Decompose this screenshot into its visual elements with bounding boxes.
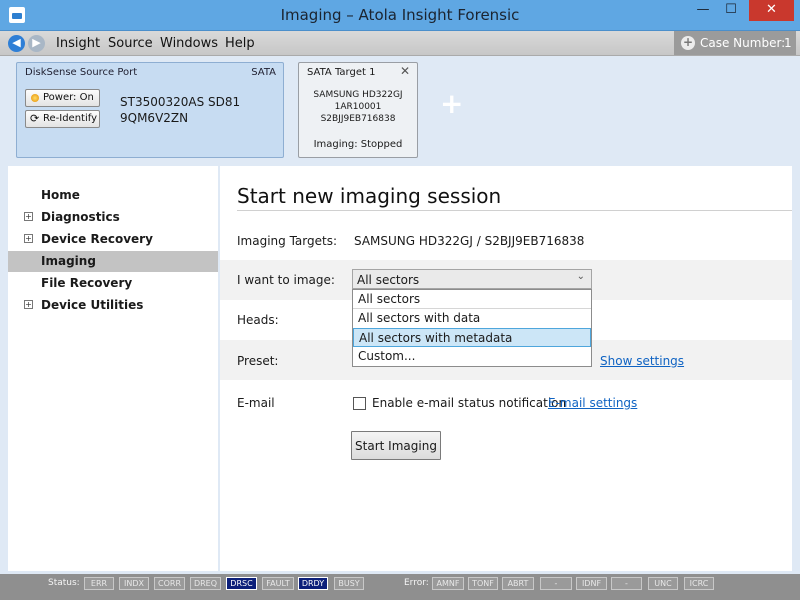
status-indicator-drdy: DRDY <box>298 577 328 590</box>
maximize-button[interactable]: ☐ <box>718 0 744 21</box>
start-imaging-button[interactable]: Start Imaging <box>351 431 441 460</box>
imaging-targets-label: Imaging Targets: <box>237 234 337 248</box>
email-settings-link[interactable]: E-mail settings <box>548 396 637 410</box>
sidebar-item-label: Home <box>41 188 80 202</box>
status-indicator-indx: INDX <box>119 577 149 590</box>
expand-icon[interactable]: + <box>24 234 33 243</box>
back-arrow-icon[interactable]: ◀ <box>8 35 25 52</box>
chevron-down-icon: ⌄ <box>576 271 585 282</box>
sidebar-item-home[interactable]: Home <box>8 185 218 206</box>
dropdown-option-sectors-with-data[interactable]: All sectors with data <box>353 309 591 328</box>
source-port-panel: DiskSense Source Port SATA Power: On ⟳ R… <box>16 62 284 158</box>
dropdown-option-custom[interactable]: Custom... <box>353 347 591 366</box>
status-label: Status: <box>48 578 80 588</box>
page-title: Start new imaging session <box>237 184 502 208</box>
menu-insight[interactable]: Insight <box>56 36 100 51</box>
reidentify-button[interactable]: ⟳ Re-Identify <box>25 110 100 128</box>
source-port-type: SATA <box>251 67 276 78</box>
sidebar-item-device-utilities[interactable]: + Device Utilities <box>8 295 218 316</box>
error-indicator-tonf: TONF <box>468 577 498 590</box>
sidebar-item-imaging[interactable]: Imaging <box>8 251 218 272</box>
start-imaging-label: Start Imaging <box>355 439 437 453</box>
sidebar-item-label: Device Utilities <box>41 298 144 312</box>
status-indicator-err: ERR <box>84 577 114 590</box>
case-number-value: 1 <box>784 36 792 50</box>
error-indicator-blank-1: - <box>540 577 572 590</box>
close-target-icon[interactable]: ✕ <box>400 64 410 78</box>
image-type-select[interactable]: All sectors ⌄ <box>352 269 592 289</box>
target-title: SATA Target 1 <box>307 67 376 78</box>
source-port-title: DiskSense Source Port <box>25 67 138 78</box>
image-type-label: I want to image: <box>237 273 335 287</box>
dropdown-option-all-sectors[interactable]: All sectors <box>353 290 591 309</box>
status-indicator-dreq: DREQ <box>190 577 221 590</box>
sidebar-item-label: File Recovery <box>41 276 133 290</box>
sidebar-item-device-recovery[interactable]: + Device Recovery <box>8 229 218 250</box>
show-settings-link[interactable]: Show settings <box>600 354 684 368</box>
source-device-model: ST3500320AS SD81 <box>120 95 241 109</box>
sidebar-item-label: Imaging <box>41 254 96 268</box>
title-divider <box>237 210 792 211</box>
minimize-button[interactable]: — <box>690 0 716 21</box>
error-label: Error: <box>404 578 429 588</box>
status-indicator-busy: BUSY <box>334 577 364 590</box>
title-bar: Imaging – Atola Insight Forensic — ☐ ✕ <box>0 0 800 31</box>
sidebar-item-label: Diagnostics <box>41 210 120 224</box>
reidentify-button-label: Re-Identify <box>43 113 98 124</box>
case-number-label: Case Number: <box>700 36 786 50</box>
menu-help[interactable]: Help <box>225 36 255 51</box>
expand-icon[interactable]: + <box>24 212 33 221</box>
power-button-label: Power: On <box>43 92 94 103</box>
add-case-icon[interactable]: + <box>681 36 695 50</box>
case-number-area[interactable]: + Case Number: 1 <box>674 31 796 55</box>
error-indicator-abrt: ABRT <box>502 577 534 590</box>
image-type-dropdown: All sectors All sectors with data All se… <box>352 289 592 367</box>
option-label: Custom... <box>358 349 416 363</box>
sidebar-item-label: Device Recovery <box>41 232 153 246</box>
expand-icon[interactable]: + <box>24 300 33 309</box>
email-notification-checkbox[interactable] <box>353 397 366 410</box>
target-model: SAMSUNG HD322GJ <box>313 90 403 100</box>
add-target-icon[interactable]: + <box>440 90 463 118</box>
dropdown-option-sectors-with-metadata[interactable]: All sectors with metadata <box>353 328 591 347</box>
option-label: All sectors <box>358 292 421 306</box>
menu-windows[interactable]: Windows <box>160 36 218 51</box>
source-device-serial: 9QM6V2ZN <box>120 111 189 125</box>
error-indicator-blank-2: - <box>611 577 642 590</box>
target-card[interactable]: SATA Target 1 ✕ SAMSUNG HD322GJ 1AR10001… <box>298 62 418 158</box>
heads-label: Heads: <box>237 313 279 327</box>
sidebar: Home + Diagnostics + Device Recovery Ima… <box>8 166 218 571</box>
error-indicator-unc: UNC <box>648 577 678 590</box>
status-bar: Status: ERR INDX CORR DREQ DRSC FAULT DR… <box>0 574 800 600</box>
preset-label: Preset: <box>237 354 279 368</box>
forward-arrow-icon[interactable]: ▶ <box>28 35 45 52</box>
email-notification-label[interactable]: Enable e-mail status notification <box>372 396 566 410</box>
sidebar-item-diagnostics[interactable]: + Diagnostics <box>8 207 218 228</box>
window-title: Imaging – Atola Insight Forensic <box>280 6 520 24</box>
status-indicator-fault: FAULT <box>262 577 294 590</box>
power-button[interactable]: Power: On <box>25 89 100 107</box>
menu-bar: ◀ ▶ Insight Source Windows Help + Case N… <box>0 31 800 56</box>
error-indicator-idnf: IDNF <box>576 577 607 590</box>
close-button[interactable]: ✕ <box>749 0 794 21</box>
error-indicator-icrc: ICRC <box>684 577 714 590</box>
image-type-selected: All sectors <box>357 273 420 287</box>
email-label: E-mail <box>237 396 275 410</box>
status-indicator-drsc: DRSC <box>226 577 257 590</box>
option-label: All sectors with metadata <box>359 331 513 345</box>
sidebar-item-file-recovery[interactable]: File Recovery <box>8 273 218 294</box>
status-indicator-corr: CORR <box>154 577 185 590</box>
error-indicator-amnf: AMNF <box>432 577 464 590</box>
menu-source[interactable]: Source <box>108 36 153 51</box>
refresh-icon: ⟳ <box>30 112 40 125</box>
option-label: All sectors with data <box>358 311 481 325</box>
target-firmware: 1AR10001 <box>334 102 382 112</box>
power-indicator-icon <box>31 94 39 102</box>
target-serial: S2BJJ9EB716838 <box>320 114 396 124</box>
target-status: Imaging: Stopped <box>313 139 403 150</box>
main-content: Start new imaging session Imaging Target… <box>220 166 792 571</box>
imaging-targets-value: SAMSUNG HD322GJ / S2BJJ9EB716838 <box>354 234 585 248</box>
